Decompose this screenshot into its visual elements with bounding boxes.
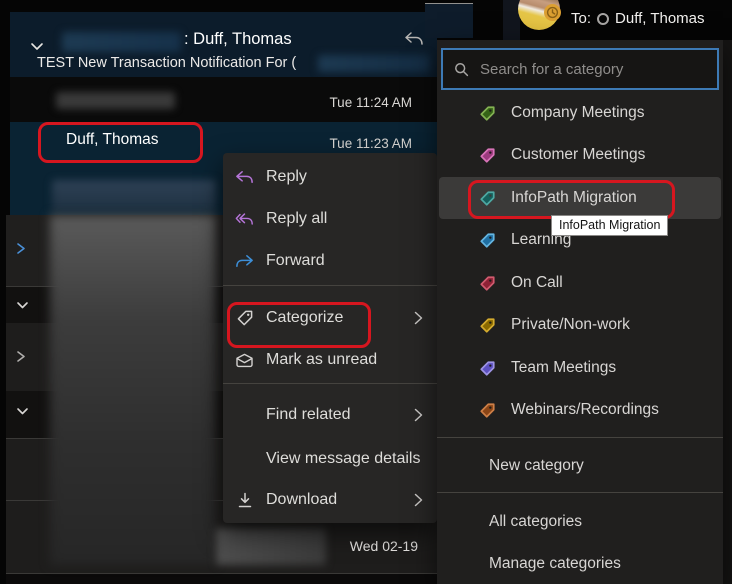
message-time: Tue 11:24 AM — [329, 95, 412, 110]
redacted-subject — [216, 528, 326, 565]
reply-all-icon — [235, 210, 254, 229]
conversation-participants: : Duff, Thomas — [184, 30, 292, 49]
collapse-chevron-icon[interactable] — [16, 301, 29, 310]
menu-item-label: View message details — [266, 450, 420, 468]
category-label: Company Meetings — [511, 104, 645, 122]
message-row[interactable]: Tue 11:24 AM — [10, 77, 437, 122]
tag-icon — [479, 317, 496, 334]
download-icon — [235, 491, 254, 510]
tag-icon — [479, 402, 496, 419]
divider — [223, 383, 437, 384]
category-label: Webinars/Recordings — [511, 401, 659, 419]
message-context-menu: Reply Reply all Forward Categorize — [223, 153, 437, 523]
category-search-box[interactable] — [441, 48, 719, 90]
category-item-infopath-migration[interactable]: InfoPath Migration — [439, 177, 721, 219]
category-item-team-meetings[interactable]: Team Meetings — [439, 347, 721, 389]
category-item-customer-meetings[interactable]: Customer Meetings — [439, 134, 721, 176]
redacted-preview — [52, 180, 216, 211]
menu-item-reply-all[interactable]: Reply all — [223, 198, 437, 240]
category-item-private-non-work[interactable]: Private/Non-work — [439, 304, 721, 346]
reply-icon — [235, 168, 254, 187]
spacer — [235, 450, 254, 469]
menu-item-categorize[interactable]: Categorize — [223, 297, 437, 339]
menu-item-new-category[interactable]: New category — [437, 446, 723, 486]
category-item-company-meetings[interactable]: Company Meetings — [439, 92, 721, 134]
menu-item-label: Find related — [266, 406, 351, 424]
menu-item-label: All categories — [489, 513, 582, 531]
collapse-conversation-icon[interactable] — [30, 42, 44, 51]
menu-item-reply[interactable]: Reply — [223, 156, 437, 198]
tag-icon — [235, 309, 254, 328]
search-icon — [454, 62, 469, 77]
redacted-subject-tail — [318, 55, 430, 72]
menu-item-all-categories[interactable]: All categories — [437, 502, 723, 542]
menu-item-view-message-details[interactable]: View message details — [223, 438, 437, 480]
menu-item-forward[interactable]: Forward — [223, 240, 437, 282]
expand-chevron-icon[interactable] — [16, 242, 26, 255]
menu-item-label: Reply — [266, 168, 307, 186]
message-sender: Duff, Thomas — [66, 131, 158, 149]
conversation-header[interactable]: : Duff, Thomas TEST New Transaction Noti… — [10, 12, 437, 77]
tag-icon — [479, 360, 496, 377]
submenu-chevron-icon — [414, 408, 423, 422]
menu-item-label: Reply all — [266, 210, 327, 228]
category-item-webinars-recordings[interactable]: Webinars/Recordings — [439, 389, 721, 431]
presence-circle-icon — [597, 13, 609, 25]
tag-icon — [479, 147, 496, 164]
menu-item-download[interactable]: Download — [223, 479, 437, 521]
redacted-sender — [62, 32, 181, 52]
expand-chevron-icon[interactable] — [16, 350, 26, 363]
category-label: Team Meetings — [511, 359, 616, 377]
tag-icon — [479, 190, 496, 207]
menu-item-label: Categorize — [266, 309, 343, 327]
to-label: To: — [571, 10, 591, 27]
submenu-chevron-icon — [414, 493, 423, 507]
divider — [223, 285, 437, 286]
category-label: Customer Meetings — [511, 146, 645, 164]
category-label: InfoPath Migration — [511, 189, 637, 207]
tag-icon — [479, 232, 496, 249]
recipient-name[interactable]: Duff, Thomas — [615, 10, 705, 27]
menu-item-mark-as-unread[interactable]: Mark as unread — [223, 339, 437, 381]
redacted-sender — [56, 92, 175, 109]
forward-icon — [235, 252, 254, 271]
submenu-chevron-icon — [414, 311, 423, 325]
category-label: Private/Non-work — [511, 316, 630, 334]
spacer — [235, 406, 254, 425]
replied-status-icon — [403, 31, 424, 47]
divider — [437, 437, 723, 438]
menu-item-label: Manage categories — [489, 555, 621, 573]
tag-icon — [479, 105, 496, 122]
collapse-chevron-icon[interactable] — [16, 407, 29, 416]
category-search-input[interactable] — [478, 60, 706, 79]
category-item-on-call[interactable]: On Call — [439, 262, 721, 304]
tag-icon — [479, 275, 496, 292]
menu-item-label: Forward — [266, 252, 325, 270]
envelope-icon — [235, 351, 254, 370]
outlook-window: : Duff, Thomas TEST New Transaction Noti… — [0, 0, 732, 584]
recipient-line: To: Duff, Thomas — [571, 10, 705, 27]
background-pane-edge — [723, 40, 732, 584]
redacted-message-list — [50, 215, 216, 565]
menu-item-label: Mark as unread — [266, 351, 377, 369]
conversation-subject: TEST New Transaction Notification For ( — [37, 55, 296, 71]
tooltip: InfoPath Migration — [551, 215, 668, 236]
menu-item-label: New category — [489, 457, 584, 475]
background-pane-fragment — [425, 3, 473, 38]
list-background — [6, 574, 437, 584]
message-time: Tue 11:23 AM — [329, 136, 412, 151]
menu-item-find-related[interactable]: Find related — [223, 394, 437, 436]
away-status-clock-icon — [544, 4, 561, 21]
category-label: On Call — [511, 274, 563, 292]
message-time: Wed 02-19 — [350, 538, 418, 554]
divider — [437, 492, 723, 493]
menu-item-manage-categories[interactable]: Manage categories — [437, 544, 723, 584]
menu-item-label: Download — [266, 491, 337, 509]
categorize-submenu: Company Meetings Customer Meetings InfoP… — [437, 40, 723, 584]
